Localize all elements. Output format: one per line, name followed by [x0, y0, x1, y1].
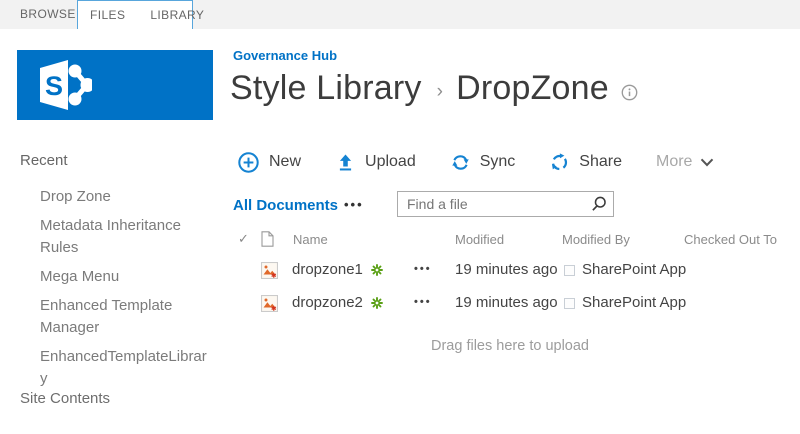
nav-item-site-contents[interactable]: Site Contents — [20, 390, 110, 407]
upload-button[interactable]: Upload — [335, 152, 416, 173]
sync-button-label: Sync — [479, 153, 516, 170]
new-button[interactable]: New — [237, 151, 301, 174]
view-menu-ellipsis[interactable]: ••• — [344, 197, 364, 212]
share-icon — [549, 152, 570, 173]
nav-recent-heading[interactable]: Recent — [20, 152, 68, 169]
new-item-badge-icon — [370, 263, 383, 276]
sync-icon — [450, 152, 471, 173]
title-current-folder: DropZone — [456, 69, 609, 107]
presence-indicator — [564, 298, 575, 309]
document-type-column-icon — [261, 231, 274, 250]
command-toolbar: New Upload Sync Share More — [237, 146, 714, 178]
nav-item-enhancedtemplatelibrary[interactable]: EnhancedTemplateLibrary — [40, 346, 208, 390]
file-name-link[interactable]: dropzone2 — [292, 294, 363, 311]
chevron-down-icon — [700, 158, 714, 167]
more-button-label: More — [656, 153, 693, 170]
breadcrumb-separator: › — [436, 81, 444, 102]
row-menu-ellipsis[interactable]: ••• — [414, 296, 432, 308]
recent-nav-list: Drop Zone Metadata Inheritance Rules Meg… — [40, 186, 208, 397]
title-library-link[interactable]: Style Library — [230, 69, 422, 108]
table-row: dropzone1 ••• 19 minutes ago SharePoint … — [0, 261, 800, 285]
modified-value: 19 minutes ago — [455, 261, 558, 278]
modified-by-link[interactable]: SharePoint App — [582, 261, 686, 278]
presence-indicator — [564, 265, 575, 276]
file-name-link[interactable]: dropzone1 — [292, 261, 363, 278]
table-header-row: ✓ Name Modified Modified By Checked Out … — [0, 231, 800, 252]
sync-button[interactable]: Sync — [450, 152, 516, 173]
column-header-checked-out-to[interactable]: Checked Out To — [684, 232, 777, 247]
tab-files[interactable]: FILES — [90, 8, 125, 22]
svg-text:S: S — [45, 71, 63, 101]
share-button-label: Share — [579, 153, 622, 170]
ribbon-tab-bar: BROWSE FILES LIBRARY — [0, 0, 800, 29]
tab-library[interactable]: LIBRARY — [150, 8, 204, 22]
image-file-icon — [261, 295, 278, 317]
search-input[interactable] — [398, 196, 585, 212]
upload-button-label: Upload — [365, 153, 416, 170]
tab-browse[interactable]: BROWSE — [20, 0, 76, 29]
upload-icon — [335, 152, 356, 173]
page-title: Style Library › DropZone — [230, 69, 639, 108]
drag-files-hint: Drag files here to upload — [431, 338, 589, 354]
row-menu-ellipsis[interactable]: ••• — [414, 263, 432, 275]
table-row: dropzone2 ••• 19 minutes ago SharePoint … — [0, 294, 800, 318]
plus-circle-icon — [237, 151, 260, 174]
search-icon[interactable] — [585, 192, 613, 216]
select-all-icon[interactable]: ✓ — [238, 231, 249, 247]
sharepoint-logo-icon: S — [40, 60, 92, 110]
nav-item-drop-zone[interactable]: Drop Zone — [40, 186, 208, 208]
contextual-tab-group: FILES LIBRARY — [77, 0, 204, 29]
modified-value: 19 minutes ago — [455, 294, 558, 311]
share-button[interactable]: Share — [549, 152, 622, 173]
find-a-file-searchbox — [397, 191, 614, 217]
more-button[interactable]: More — [656, 153, 714, 171]
column-header-modified-by[interactable]: Modified By — [562, 232, 630, 247]
column-header-name[interactable]: Name — [293, 232, 328, 247]
modified-by-link[interactable]: SharePoint App — [582, 294, 686, 311]
new-button-label: New — [269, 153, 302, 170]
breadcrumb-site-link[interactable]: Governance Hub — [233, 48, 337, 63]
image-file-icon — [261, 262, 278, 284]
site-logo[interactable]: S — [17, 50, 213, 120]
column-header-modified[interactable]: Modified — [455, 232, 504, 247]
info-icon[interactable] — [620, 83, 639, 102]
view-selector-all-documents[interactable]: All Documents — [233, 197, 338, 214]
new-item-badge-icon — [370, 296, 383, 309]
